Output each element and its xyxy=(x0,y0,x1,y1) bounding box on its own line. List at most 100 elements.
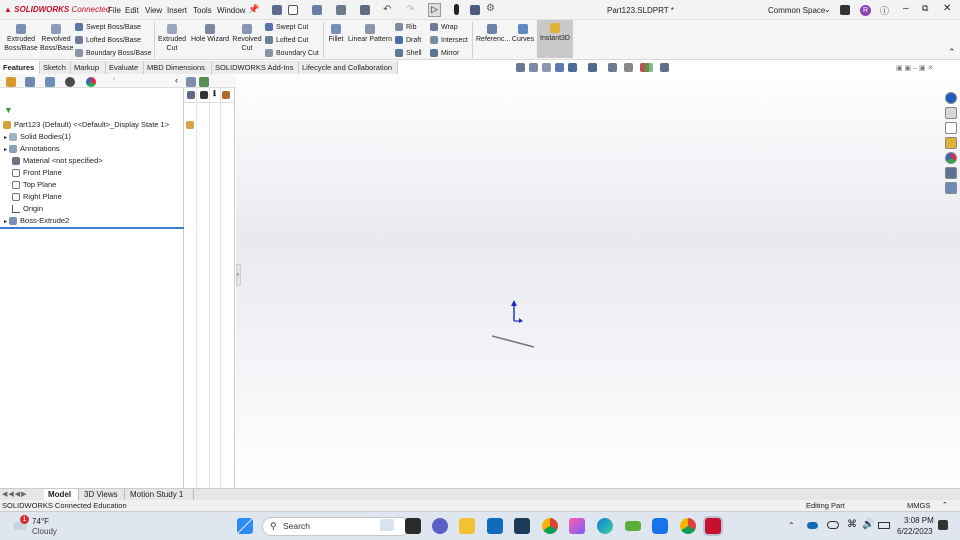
lofted-cut-button[interactable]: Lofted Cut xyxy=(265,36,308,44)
menu-view[interactable]: View xyxy=(145,6,162,15)
design-library-icon[interactable] xyxy=(945,107,957,119)
configurationmanager-tab-icon[interactable] xyxy=(45,77,55,87)
terminal-icon[interactable] xyxy=(840,5,850,15)
home-icon[interactable] xyxy=(272,5,282,15)
swept-cut-button[interactable]: Swept Cut xyxy=(265,23,308,31)
propertymanager-tab-icon[interactable] xyxy=(25,77,35,87)
viewport-window-controls[interactable]: ▣ ▣ – ▣ ✕ xyxy=(896,64,933,72)
fillet-button[interactable]: Fillet xyxy=(326,22,346,44)
expand-arrow-icon[interactable]: ▸ xyxy=(4,135,7,141)
hide-show-items-icon[interactable] xyxy=(624,63,633,72)
previous-view-icon[interactable] xyxy=(542,63,551,72)
3dexperience-icon[interactable] xyxy=(945,182,957,194)
dimxpertmanager-tab-icon[interactable] xyxy=(65,77,75,87)
boundary-boss-button[interactable]: Boundary Boss/Base xyxy=(75,49,151,57)
hole-wizard-button[interactable]: Hole Wizard xyxy=(189,22,231,44)
restore-icon[interactable]: ⧉ xyxy=(922,3,928,14)
clock-date[interactable]: 6/22/2023 xyxy=(897,527,933,536)
appearances-icon[interactable] xyxy=(945,152,957,164)
solidworks-taskbar-icon[interactable] xyxy=(705,518,721,534)
chat-icon[interactable] xyxy=(432,518,448,534)
file-properties-icon[interactable] xyxy=(470,5,480,15)
battery-icon[interactable] xyxy=(878,522,890,529)
curves-button[interactable]: Curves xyxy=(511,22,535,44)
menu-edit[interactable]: Edit xyxy=(125,6,139,15)
dynamic-annotation-icon[interactable] xyxy=(568,63,577,72)
tree-item-material[interactable]: Material <not specified> xyxy=(0,155,184,167)
tree-item-top-plane[interactable]: Top Plane xyxy=(0,179,184,191)
minimize-icon[interactable]: – xyxy=(903,3,909,14)
tab-solidworks-add-ins[interactable]: SOLIDWORKS Add-Ins xyxy=(212,61,299,74)
outlook-icon[interactable] xyxy=(487,518,503,534)
tree-item-annotations[interactable]: ▸ Annotations xyxy=(0,143,184,155)
save-icon[interactable] xyxy=(336,5,346,15)
lock-icon[interactable] xyxy=(200,91,208,99)
chevron-down-icon[interactable]: ⌄ xyxy=(824,5,831,14)
chrome-profile-icon[interactable] xyxy=(680,518,696,534)
wrap-button[interactable]: Wrap xyxy=(430,23,458,31)
tree-item-boss-extrude2[interactable]: ▸ Boss-Extrude2 xyxy=(0,215,184,229)
apply-scene-icon[interactable] xyxy=(644,63,653,72)
draft-button[interactable]: Draft xyxy=(395,36,421,44)
tab-lifecycle-collaboration[interactable]: Lifecycle and Collaboration xyxy=(299,61,398,74)
boundary-cut-button[interactable]: Boundary Cut xyxy=(265,49,319,57)
weather-widget[interactable]: 1 74°F Cloudy xyxy=(10,514,70,540)
display-style-icon[interactable] xyxy=(608,63,617,72)
pane-grip-icon[interactable]: • xyxy=(113,77,115,83)
menu-tools[interactable]: Tools xyxy=(193,6,212,15)
graphics-area[interactable]: › xyxy=(236,74,960,488)
suppress-state-icon[interactable] xyxy=(187,91,195,99)
revolved-cut-button[interactable]: Revolved Cut xyxy=(231,22,263,53)
redo-icon[interactable]: ↷ xyxy=(406,4,414,15)
volume-icon[interactable]: 🔊 xyxy=(862,519,874,530)
edge-icon[interactable] xyxy=(597,518,613,534)
photos-icon[interactable] xyxy=(569,518,585,534)
extruded-boss-button[interactable]: Extruded Boss/Base xyxy=(4,22,38,53)
hidden-icons-chevron[interactable]: ⌃ xyxy=(788,521,795,530)
info-icon[interactable]: ℹ xyxy=(213,89,216,98)
zoom-to-fit-icon[interactable] xyxy=(516,63,525,72)
clock-time[interactable]: 3:08 PM xyxy=(904,516,934,525)
view-palette-icon[interactable] xyxy=(945,137,957,149)
app-badge-icon[interactable] xyxy=(625,521,641,531)
lofted-boss-button[interactable]: Lofted Boss/Base xyxy=(75,36,141,44)
collapse-pane-icon[interactable]: ‹ xyxy=(175,75,178,85)
zoom-area-icon[interactable] xyxy=(529,63,538,72)
tree-item-origin[interactable]: Origin xyxy=(0,203,184,215)
view-settings-icon[interactable] xyxy=(660,63,669,72)
expand-arrow-icon[interactable]: ▸ xyxy=(4,147,7,153)
store-icon[interactable] xyxy=(514,518,530,534)
wifi-icon[interactable]: ⌘ xyxy=(847,519,857,530)
collapse-ribbon-icon[interactable]: ⌃ xyxy=(948,47,956,58)
menu-window[interactable]: Window xyxy=(217,6,245,15)
revolved-boss-button[interactable]: Revolved Boss/Base xyxy=(40,22,73,53)
options-gear-icon[interactable]: ⚙ xyxy=(486,3,495,14)
print-icon[interactable] xyxy=(360,5,370,15)
tab-evaluate[interactable]: Evaluate xyxy=(106,61,144,74)
displaymanager-tab-icon[interactable] xyxy=(86,77,96,87)
tab-sketch[interactable]: Sketch xyxy=(40,61,71,74)
shell-button[interactable]: Shell xyxy=(395,49,422,57)
filter-icon[interactable]: ▼ xyxy=(4,105,13,115)
tree-item-solid-bodies[interactable]: ▸ Solid Bodies(1) xyxy=(0,131,184,143)
open-icon[interactable] xyxy=(312,5,322,15)
units-selector[interactable]: MMGS xyxy=(907,500,930,511)
user-avatar[interactable]: R xyxy=(860,5,871,16)
tab-mbd-dimensions[interactable]: MBD Dimensions xyxy=(144,61,212,74)
extruded-cut-button[interactable]: Extruded Cut xyxy=(157,22,187,53)
expand-arrow-icon[interactable]: ▸ xyxy=(4,219,7,225)
tree-item-right-plane[interactable]: Right Plane xyxy=(0,191,184,203)
chrome-icon[interactable] xyxy=(542,518,558,534)
notifications-icon[interactable] xyxy=(938,520,948,530)
select-cursor-icon[interactable]: ▷ xyxy=(428,3,441,17)
tab-scroll-arrows[interactable]: ◀◀◀▶ xyxy=(2,490,28,498)
menu-file[interactable]: File xyxy=(108,6,121,15)
tree-root-part[interactable]: Part123 (Default) <<Default>_Display Sta… xyxy=(0,119,184,131)
link-icon[interactable] xyxy=(222,91,230,99)
pin-icon[interactable]: 📌 xyxy=(248,4,259,15)
intersect-button[interactable]: Intersect xyxy=(430,36,468,44)
instant3d-button[interactable]: Instant3D xyxy=(537,20,573,58)
workspace-selector[interactable]: Common Space xyxy=(768,6,825,15)
app-c-icon[interactable] xyxy=(652,518,668,534)
onedrive-icon[interactable] xyxy=(807,522,818,529)
